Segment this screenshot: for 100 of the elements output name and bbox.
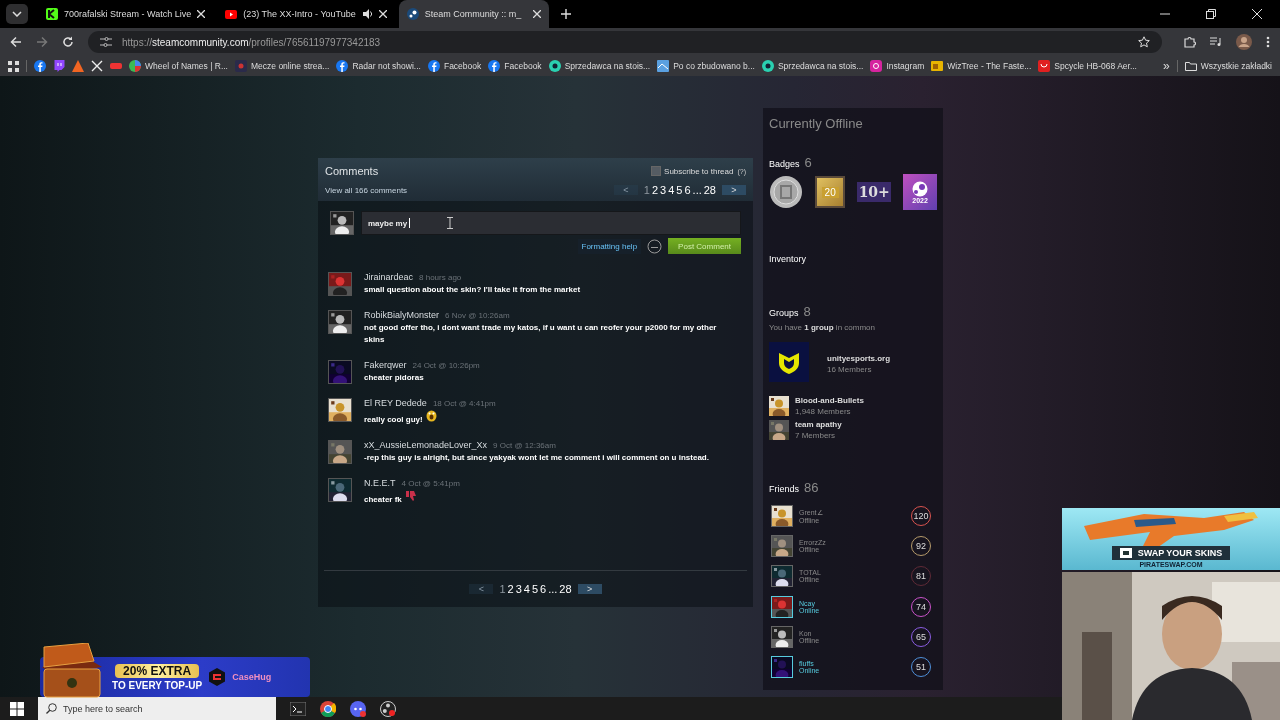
page-link[interactable]: ... bbox=[692, 184, 702, 196]
menu-icon[interactable] bbox=[1266, 36, 1270, 48]
page-link[interactable]: 28 bbox=[559, 583, 572, 595]
comment-text: -rep this guy is alright, but since yakyak wont let me comment i will comment on u instead. bbox=[364, 452, 709, 464]
member-count: 1,948 Members bbox=[795, 407, 852, 416]
page-link[interactable]: 4 bbox=[668, 184, 675, 196]
chrome-icon[interactable] bbox=[320, 700, 336, 717]
formatting-help-link[interactable]: Formatting help bbox=[577, 238, 642, 254]
emoticon-button[interactable] bbox=[647, 238, 663, 254]
restore-icon[interactable] bbox=[1206, 9, 1216, 19]
section-title[interactable]: Friends bbox=[769, 484, 799, 494]
page-link[interactable]: 5 bbox=[531, 583, 539, 595]
browser-tab[interactable]: 700rafalski Stream - Watch Live bbox=[38, 0, 214, 28]
comment-input[interactable]: maybe my bbox=[361, 211, 741, 235]
bookmark-icon[interactable] bbox=[34, 60, 46, 72]
url-text[interactable]: https://steamcommunity.com/profiles/76561197977342183 bbox=[122, 36, 381, 48]
forward-icon[interactable] bbox=[36, 36, 48, 48]
comment-time: 9 Oct @ 12:36am bbox=[493, 441, 556, 450]
back-icon[interactable] bbox=[10, 36, 22, 48]
browser-tab[interactable]: Steam Community :: m_ bbox=[398, 0, 549, 28]
more-bookmarks-button[interactable]: » bbox=[1163, 59, 1170, 73]
site-info-icon[interactable] bbox=[100, 37, 112, 47]
page-link[interactable]: 4 bbox=[523, 583, 530, 595]
folder-icon bbox=[1184, 61, 1197, 71]
page-link[interactable]: 2 bbox=[507, 583, 514, 595]
close-icon[interactable] bbox=[378, 10, 387, 18]
comment-author[interactable]: Jirainardeac bbox=[364, 272, 414, 282]
comment-text: small question about the skin? I'll take it from the market bbox=[364, 284, 581, 296]
terminal-icon[interactable] bbox=[290, 701, 306, 716]
bookmark-icon[interactable] bbox=[53, 60, 65, 72]
apps-icon[interactable] bbox=[8, 60, 19, 72]
group-name[interactable]: unityesports.org bbox=[827, 354, 891, 363]
group-name[interactable]: Blood-and-Bullets bbox=[795, 396, 864, 405]
bookmark[interactable]: Mecze online strea... bbox=[235, 60, 330, 72]
bookmark[interactable]: Radar not showi... bbox=[336, 60, 421, 72]
close-icon[interactable] bbox=[532, 10, 541, 18]
bookmark[interactable]: Facebook bbox=[488, 60, 542, 72]
bookmark[interactable]: Instagram bbox=[870, 60, 925, 72]
view-all-link[interactable]: View all 166 comments bbox=[325, 185, 408, 195]
page-link[interactable]: 6 bbox=[540, 583, 547, 595]
caret-icon[interactable] bbox=[12, 11, 22, 17]
comment-author[interactable]: xX_AussieLemonadeLover_Xx bbox=[364, 440, 488, 450]
media-icon[interactable] bbox=[1210, 37, 1222, 47]
page-link[interactable]: 1 bbox=[643, 184, 650, 196]
section-title[interactable]: Groups bbox=[769, 308, 799, 318]
comment-author[interactable]: El REY Dedede bbox=[364, 398, 427, 408]
avatar-icon[interactable] bbox=[1236, 34, 1252, 50]
badge[interactable]: 10+ bbox=[857, 182, 892, 202]
puzzle-icon[interactable] bbox=[1184, 36, 1196, 48]
comment-time: 18 Oct @ 4:41pm bbox=[432, 399, 496, 408]
bookmark[interactable]: Sprzedawca na stois... bbox=[761, 60, 864, 72]
shield-logo-icon[interactable] bbox=[769, 342, 809, 382]
favicon-icon bbox=[870, 60, 883, 72]
bookmark[interactable]: Po co zbudowano b... bbox=[657, 60, 755, 72]
speaker-icon[interactable] bbox=[361, 9, 373, 19]
chat-app-icon[interactable] bbox=[350, 700, 366, 717]
next-page-button[interactable]: > bbox=[577, 584, 602, 594]
subscribe-checkbox[interactable]: Subscribe to thread bbox=[651, 166, 734, 176]
close-icon[interactable] bbox=[197, 10, 206, 18]
bookmark[interactable]: Facebook bbox=[427, 60, 482, 72]
reload-icon[interactable] bbox=[62, 36, 74, 48]
section-count: 8 bbox=[803, 304, 811, 319]
browser-tab[interactable]: (23) The XX-Intro - YouTube bbox=[217, 0, 395, 28]
group-name[interactable]: team apathy bbox=[795, 420, 842, 429]
close-icon[interactable] bbox=[1252, 9, 1262, 19]
bookmark[interactable]: WizTree - The Faste... bbox=[931, 60, 1032, 72]
tab-search-button[interactable] bbox=[6, 4, 28, 24]
page-link[interactable]: 28 bbox=[703, 184, 716, 196]
bookmark-icon[interactable] bbox=[91, 60, 103, 72]
page-link[interactable]: 5 bbox=[676, 184, 683, 196]
recorder-icon[interactable] bbox=[380, 700, 396, 717]
bookmark[interactable]: Sprzedawca na stois... bbox=[548, 60, 651, 72]
page-link[interactable]: 3 bbox=[660, 184, 667, 196]
page-link[interactable]: ... bbox=[548, 583, 558, 595]
page-link[interactable]: 1 bbox=[499, 583, 506, 595]
next-page-button[interactable]: > bbox=[722, 185, 746, 195]
section-title[interactable]: Badges bbox=[769, 159, 800, 169]
star-icon[interactable] bbox=[1138, 36, 1150, 48]
all-bookmarks-button[interactable]: Wszystkie zakładki bbox=[1184, 61, 1272, 71]
bookmark[interactable]: Wheel of Names | R... bbox=[129, 60, 228, 72]
address-field[interactable]: https://steamcommunity.com/profiles/76561197977342183 bbox=[88, 31, 1162, 53]
bookmark[interactable]: Spcycle HB-068 Aer... bbox=[1038, 60, 1137, 72]
favicon-icon bbox=[235, 60, 247, 72]
page-link[interactable]: 3 bbox=[515, 583, 522, 595]
thumbs-down-icon bbox=[404, 490, 416, 502]
windows-icon[interactable] bbox=[10, 701, 24, 716]
page-link[interactable]: 6 bbox=[684, 184, 691, 196]
text-cursor-icon bbox=[447, 217, 453, 229]
shocked-face-icon bbox=[425, 410, 437, 422]
page-link[interactable]: 2 bbox=[651, 184, 659, 196]
comment-author[interactable]: N.E.E.T bbox=[364, 478, 396, 488]
promo-headline: 20% EXTRA bbox=[115, 663, 200, 678]
taskbar-search-field[interactable]: Type here to search bbox=[38, 697, 276, 720]
comment-author[interactable]: RobikBialyMonster bbox=[364, 310, 440, 320]
comment-author[interactable]: Fakerqwer bbox=[364, 360, 407, 370]
groups-in-common-text: You have 1 group in common bbox=[769, 323, 876, 332]
coin-badge-icon[interactable] bbox=[769, 175, 803, 209]
section-title[interactable]: Inventory bbox=[769, 254, 807, 264]
comment-text: cheater pidoras bbox=[364, 372, 424, 384]
new-tab-icon[interactable] bbox=[560, 9, 571, 19]
